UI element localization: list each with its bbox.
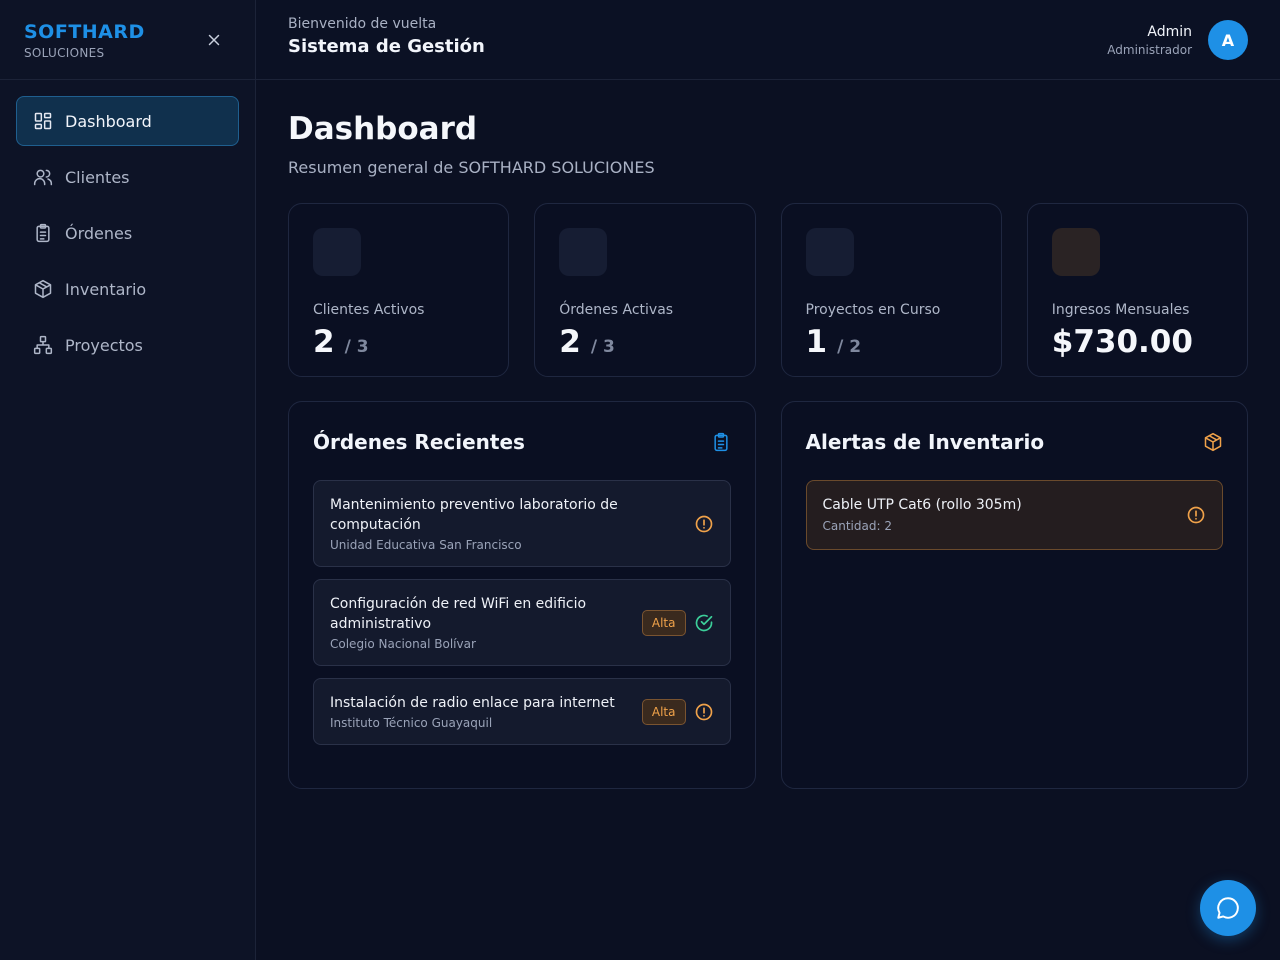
- inventory-alerts-panel: Alertas de Inventario Cable UTP Cat6 (ro…: [780, 401, 1248, 789]
- stat-card-ingresos: Ingresos Mensuales $730.00: [1026, 203, 1248, 377]
- check-circle-icon: [695, 614, 712, 631]
- avatar[interactable]: A: [1208, 20, 1248, 60]
- sidebar-item-label: Proyectos: [65, 335, 143, 355]
- sidebar-item-inventario[interactable]: Inventario: [16, 264, 239, 314]
- sidebar-item-label: Inventario: [65, 279, 147, 299]
- stat-card-clientes: Clientes Activos 2 / 3: [288, 203, 510, 377]
- stat-icon: [1051, 228, 1100, 276]
- sidebar-item-label: Dashboard: [65, 111, 152, 131]
- alert-quantity: Cantidad: 2: [822, 519, 892, 533]
- box-icon: [34, 279, 52, 299]
- page-title: Dashboard: [288, 111, 478, 147]
- stat-icon: [559, 228, 608, 276]
- inventory-alert-item[interactable]: Cable UTP Cat6 (rollo 305m) Cantidad: 2: [805, 480, 1223, 550]
- stat-total: / 3: [344, 337, 369, 357]
- chat-icon: [1217, 897, 1239, 919]
- stat-total: / 3: [590, 337, 615, 357]
- clipboard-icon: [713, 432, 728, 452]
- stat-value: 2: [559, 324, 581, 360]
- priority-badge: Alta: [641, 609, 686, 636]
- order-item[interactable]: Configuración de red WiFi en edificio ad…: [313, 579, 731, 666]
- box-icon: [1204, 432, 1222, 452]
- user-name: Admin: [1147, 23, 1192, 40]
- order-client: Colegio Nacional Bolívar: [330, 637, 476, 651]
- order-title: Instalación de radio enlace para interne…: [330, 695, 615, 711]
- stat-value: 2: [313, 324, 335, 360]
- page-subtitle: Resumen general de SOFTHARD SOLUCIONES: [288, 158, 655, 177]
- sidebar-item-dashboard[interactable]: Dashboard: [16, 96, 239, 146]
- sidebar-item-ordenes[interactable]: Órdenes: [16, 208, 239, 258]
- brand-subtitle: SOLUCIONES: [24, 46, 105, 60]
- close-icon[interactable]: [203, 29, 225, 51]
- brand: SOFTHARD SOLUCIONES: [0, 0, 255, 80]
- stat-icon: [805, 228, 854, 276]
- sidebar-nav: Dashboard Clientes Órdenes Inventario Pr…: [0, 80, 255, 392]
- brand-name: SOFTHARD: [24, 21, 145, 43]
- order-title: Mantenimiento preventivo laboratorio de …: [330, 497, 618, 533]
- stat-label: Órdenes Activas: [559, 302, 674, 318]
- stat-label: Proyectos en Curso: [805, 302, 941, 318]
- user-menu[interactable]: Admin Administrador A: [1107, 20, 1248, 60]
- welcome-text: Bienvenido de vuelta: [288, 16, 437, 32]
- alert-circle-icon: [695, 703, 712, 720]
- system-title: Sistema de Gestión: [288, 36, 485, 57]
- dashboard-icon: [34, 112, 52, 130]
- order-title: Configuración de red WiFi en edificio ad…: [330, 596, 587, 632]
- sidebar-item-label: Clientes: [65, 167, 130, 187]
- panel-title: Órdenes Recientes: [313, 430, 525, 454]
- order-item[interactable]: Mantenimiento preventivo laboratorio de …: [313, 480, 731, 567]
- stat-label: Clientes Activos: [313, 302, 425, 318]
- priority-badge: Alta: [641, 698, 686, 725]
- stat-value: $730.00: [1051, 324, 1193, 360]
- sidebar-item-label: Órdenes: [65, 223, 133, 243]
- order-client: Unidad Educativa San Francisco: [330, 538, 522, 552]
- user-role: Administrador: [1107, 42, 1192, 57]
- sidebar-item-clientes[interactable]: Clientes: [16, 152, 239, 202]
- clipboard-icon: [36, 223, 50, 243]
- stat-label: Ingresos Mensuales: [1051, 302, 1190, 318]
- stat-card-proyectos: Proyectos en Curso 1 / 2: [780, 203, 1002, 377]
- alert-circle-icon: [1187, 506, 1205, 524]
- panels-row: Órdenes Recientes Mantenimiento preventi…: [288, 401, 1248, 789]
- network-icon: [33, 335, 53, 355]
- stat-total: / 2: [837, 337, 862, 357]
- chat-button[interactable]: [1200, 880, 1256, 936]
- main-content: Dashboard Resumen general de SOFTHARD SO…: [288, 80, 1248, 789]
- recent-orders-panel: Órdenes Recientes Mantenimiento preventi…: [288, 401, 756, 789]
- stat-icon: [313, 228, 361, 276]
- order-item[interactable]: Instalación de radio enlace para interne…: [313, 678, 731, 745]
- order-client: Instituto Técnico Guayaquil: [330, 716, 493, 730]
- sidebar: SOFTHARD SOLUCIONES Dashboard Clientes Ó…: [0, 0, 256, 960]
- top-bar: Bienvenido de vuelta Sistema de Gestión …: [256, 0, 1280, 80]
- stats-row: Clientes Activos 2 / 3 Órdenes Activas 2 /…: [288, 203, 1248, 377]
- panel-title: Alertas de Inventario: [805, 430, 1045, 454]
- users-icon: [33, 169, 53, 186]
- stat-value: 1: [805, 324, 828, 360]
- sidebar-item-proyectos[interactable]: Proyectos: [16, 320, 239, 370]
- stat-card-ordenes: Órdenes Activas 2 / 3: [534, 203, 756, 377]
- alert-title: Cable UTP Cat6 (rollo 305m): [822, 497, 1022, 513]
- alert-circle-icon: [695, 515, 712, 532]
